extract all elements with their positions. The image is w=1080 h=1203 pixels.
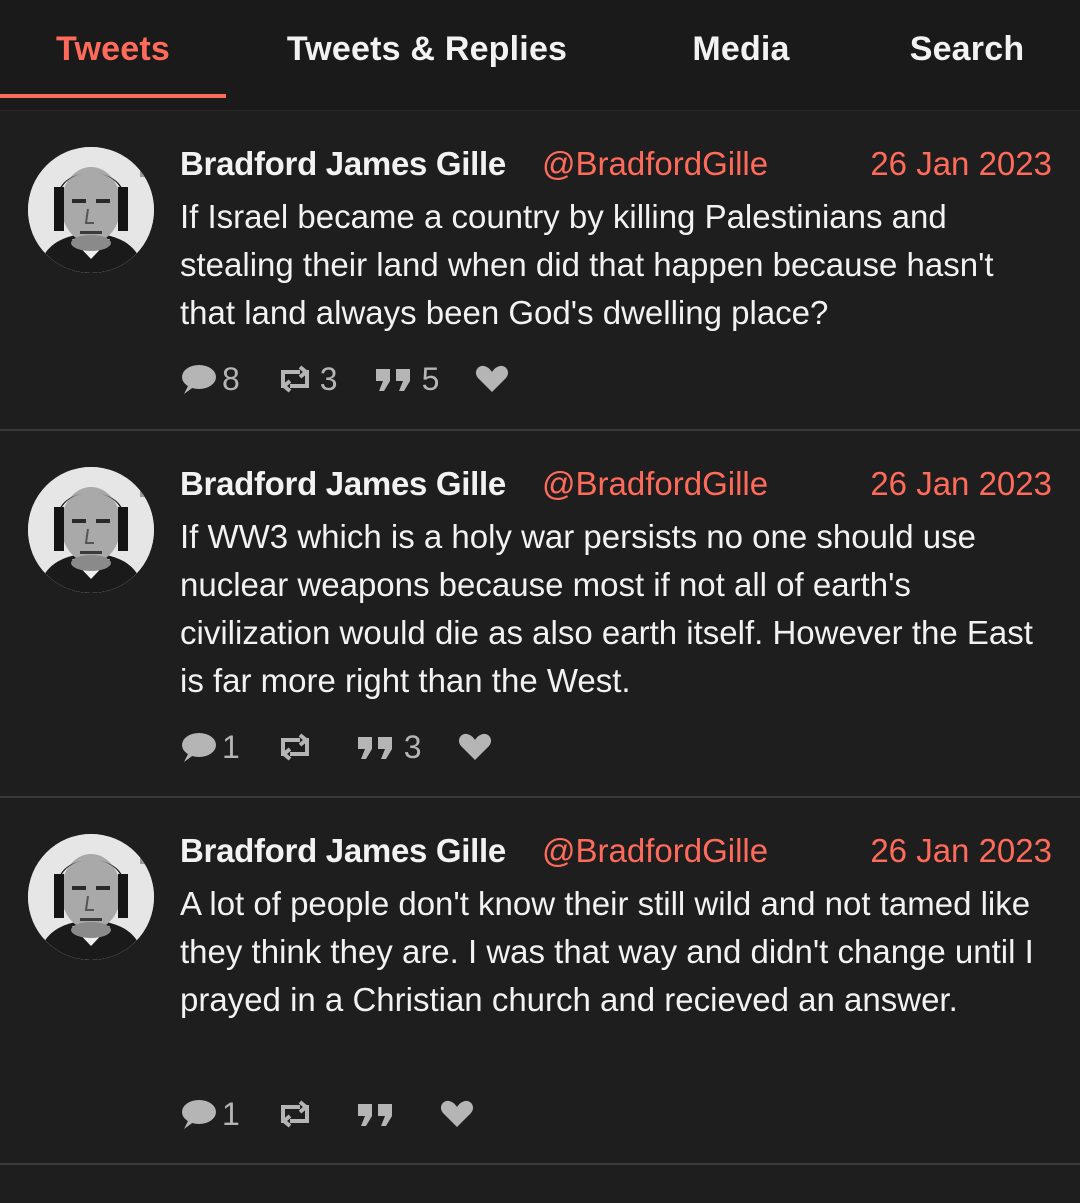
tweet-content: If WW3 which is a holy war persists no o…	[180, 518, 1033, 699]
avatar-image	[28, 147, 154, 273]
heart-icon	[440, 1100, 473, 1127]
heart-icon	[458, 733, 491, 760]
fullname[interactable]: Bradford James Gille	[180, 832, 506, 870]
username[interactable]: @BradfordGille	[542, 832, 768, 870]
avatar[interactable]	[28, 467, 154, 593]
tweet-stats: 8 3 5	[180, 359, 551, 399]
retweet-count: 3	[319, 360, 338, 397]
like-stat[interactable]	[440, 1099, 480, 1129]
quote-icon	[357, 1104, 392, 1126]
retweet-stat[interactable]	[276, 1099, 320, 1129]
quote-count: 3	[403, 728, 422, 765]
reply-count: 1	[222, 1095, 240, 1132]
tweet-date[interactable]: 26 Jan 2023	[870, 145, 1052, 183]
retweet-stat[interactable]: 3	[276, 361, 338, 398]
avatar-image	[28, 834, 154, 960]
tab-media[interactable]: Media	[628, 0, 854, 98]
like-stat[interactable]	[475, 364, 515, 394]
comment-icon	[182, 365, 216, 394]
tweet[interactable]: Bradford James Gille @BradfordGille 26 J…	[0, 111, 1080, 429]
retweet-stat[interactable]	[276, 732, 320, 762]
fullname[interactable]: Bradford James Gille	[180, 465, 506, 503]
reply-stat[interactable]: 1	[180, 729, 240, 766]
tab-search[interactable]: Search	[854, 0, 1080, 98]
fullname[interactable]: Bradford James Gille	[180, 145, 506, 183]
tweet-header: Bradford James Gille @BradfordGille 26 J…	[180, 141, 1052, 185]
quote-count: 5	[421, 360, 440, 397]
avatar-image	[28, 467, 154, 593]
comment-icon	[182, 1100, 216, 1129]
tweet-header: Bradford James Gille @BradfordGille 26 J…	[180, 461, 1052, 505]
tweet[interactable]	[0, 1163, 1080, 1203]
comment-icon	[182, 733, 216, 762]
tweet-feed: Bradford James Gille @BradfordGille 26 J…	[0, 111, 1080, 1203]
retweet-icon	[280, 1100, 309, 1128]
username[interactable]: @BradfordGille	[542, 465, 768, 503]
tweet-date[interactable]: 26 Jan 2023	[870, 832, 1052, 870]
avatar[interactable]	[28, 834, 154, 960]
avatar[interactable]	[28, 147, 154, 273]
quote-stat[interactable]	[356, 1100, 404, 1128]
heart-icon	[476, 365, 509, 392]
tweet[interactable]: Bradford James Gille @BradfordGille 26 J…	[0, 796, 1080, 1163]
username[interactable]: @BradfordGille	[542, 145, 768, 183]
tweet-content: If Israel became a country by killing Pa…	[180, 198, 994, 331]
quote-icon	[375, 369, 410, 391]
reply-stat[interactable]: 8	[180, 361, 240, 398]
tweet-stats: 1 3	[180, 727, 534, 767]
quote-stat[interactable]: 5	[374, 360, 440, 398]
tweet-date[interactable]: 26 Jan 2023	[870, 465, 1052, 503]
tweet-header: Bradford James Gille @BradfordGille 26 J…	[180, 828, 1052, 872]
tweet-content: A lot of people don't know their still w…	[180, 885, 1034, 1018]
tab-bar: Tweets Tweets & Replies Media Search	[0, 0, 1080, 111]
tab-tweets[interactable]: Tweets	[0, 0, 226, 98]
tab-tweets-and-replies[interactable]: Tweets & Replies	[226, 0, 628, 98]
quote-icon	[357, 737, 392, 759]
active-tab-indicator	[0, 94, 226, 98]
like-stat[interactable]	[458, 732, 498, 762]
reply-count: 1	[222, 728, 240, 765]
reply-count: 8	[222, 360, 240, 397]
quote-stat[interactable]: 3	[356, 729, 422, 766]
retweet-icon	[280, 365, 309, 393]
tweet-stats: 1	[180, 1094, 516, 1134]
tweet[interactable]: Bradford James Gille @BradfordGille 26 J…	[0, 429, 1080, 796]
retweet-icon	[280, 733, 309, 761]
reply-stat[interactable]: 1	[180, 1096, 240, 1133]
